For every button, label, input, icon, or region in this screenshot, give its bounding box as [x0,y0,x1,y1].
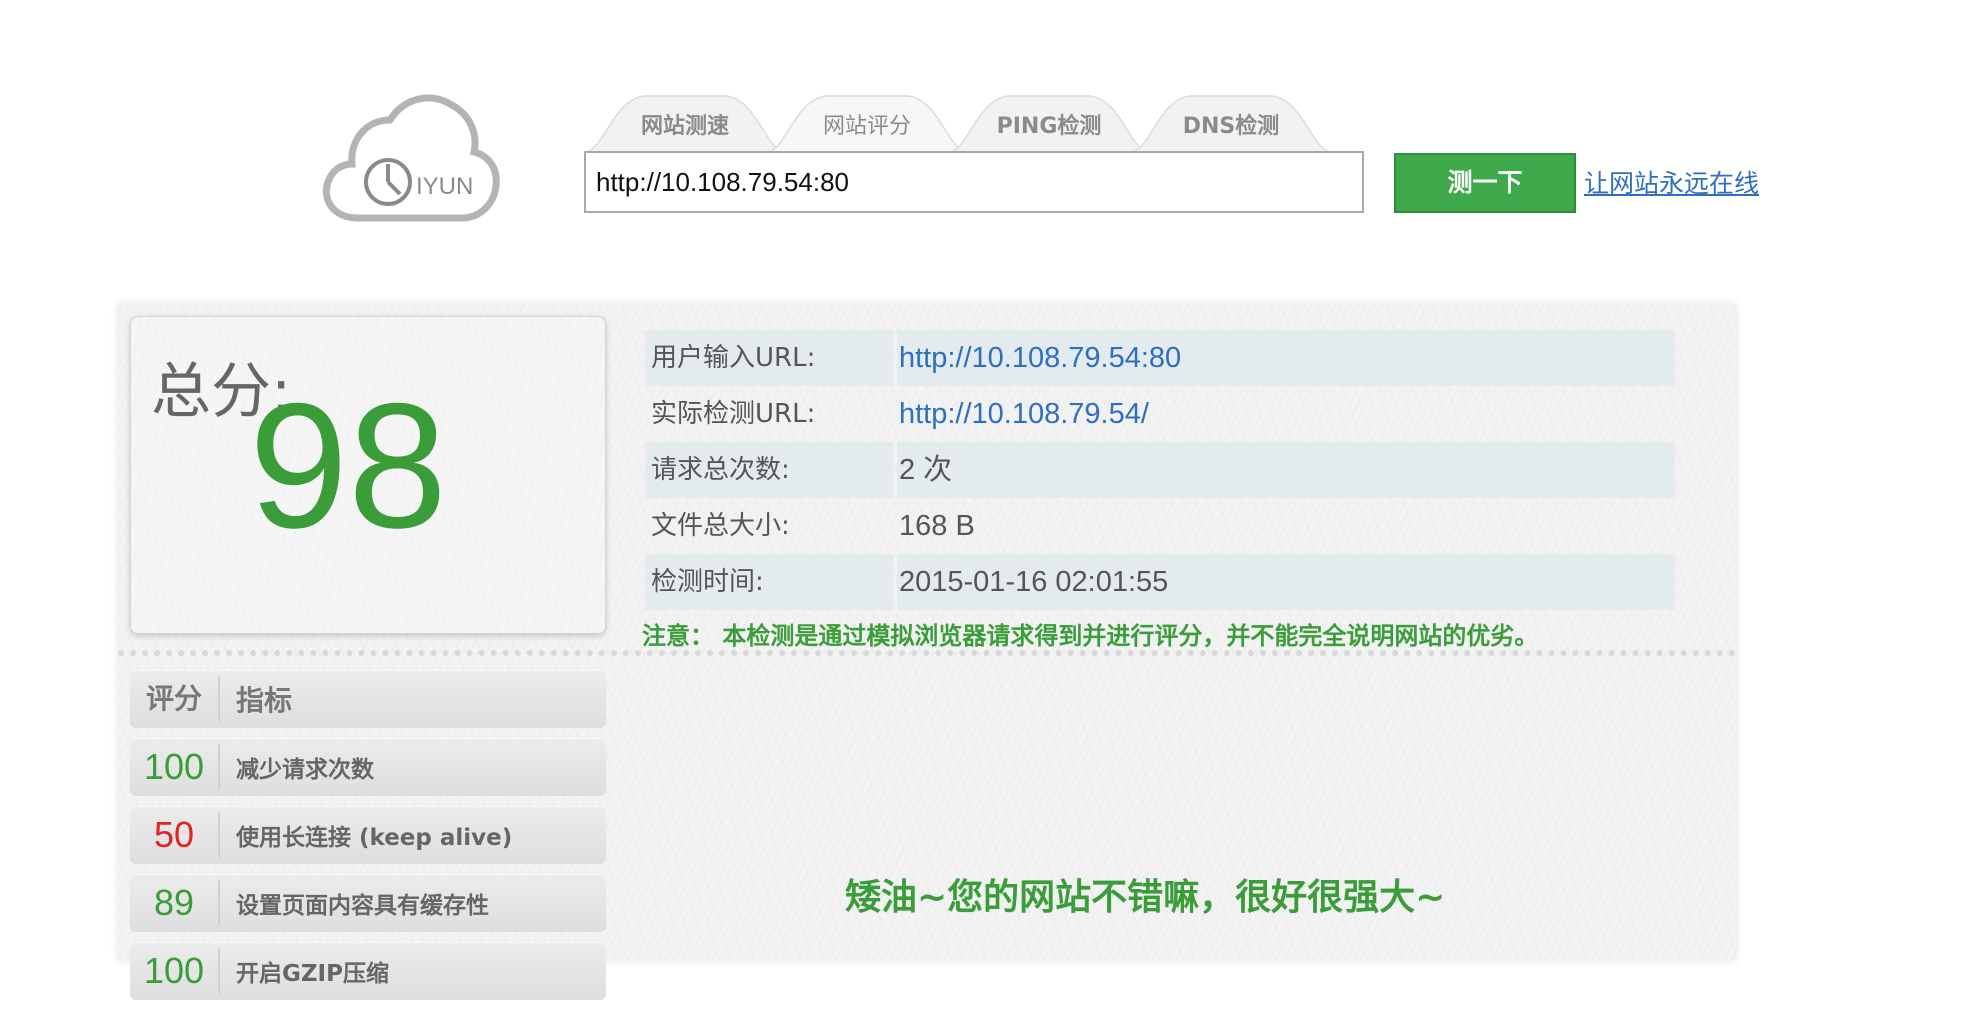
info-key: 文件总大小: [651,511,790,541]
info-row: 文件总大小: 168 B [645,498,1675,554]
metrics-list: 评分 指标 100 减少请求次数 50 使用长连接 (keep alive) 8… [130,670,606,1010]
tab-label: 网站评分 [822,114,911,139]
metric-name: 减少请求次数 [236,757,374,783]
info-row: 请求总次数: 2 次 [645,442,1675,498]
info-value-time: 2015-01-16 02:01:55 [897,554,1675,610]
cloud-logo-icon: IYUN [322,94,500,222]
tab-ping-check[interactable]: PING检测 [948,92,1150,152]
metric-row[interactable]: 100 开启GZIP压缩 [130,942,606,1000]
info-key: 请求总次数: [645,442,893,498]
info-value-input-url[interactable]: http://10.108.79.54:80 [897,330,1675,386]
total-score-card: 总分: 98 [130,316,606,634]
info-row: 检测时间: 2015-01-16 02:01:55 [645,554,1675,610]
info-row: 用户输入URL: http://10.108.79.54:80 [645,330,1675,386]
tab-site-score[interactable]: 网站评分 [766,92,968,152]
info-key: 实际检测URL: [651,399,816,429]
metric-score: 89 [130,880,220,926]
metrics-header-name: 指标 [236,684,293,717]
tab-label: PING检测 [996,114,1102,139]
info-key: 检测时间: [645,554,893,610]
praise-message: 矮油~您的网站不错嘛，很好很强大~ [845,877,1446,918]
metric-name: 开启GZIP压缩 [236,961,389,987]
metrics-header: 评分 指标 [130,670,606,728]
url-input[interactable] [584,151,1364,213]
tab-speed-test[interactable]: 网站测速 [584,92,786,152]
total-score-value: 98 [249,366,447,565]
info-row: 实际检测URL: http://10.108.79.54/ [645,386,1675,442]
logo-text: IYUN [416,173,473,200]
metric-score: 50 [130,812,220,858]
tab-dns-check[interactable]: DNS检测 [1130,92,1332,152]
result-panel: 总分: 98 用户输入URL: http://10.108.79.54:80 实… [118,304,1736,1000]
info-value-size: 168 B [899,510,975,542]
info-key: 用户输入URL: [645,330,893,386]
info-value-actual-url[interactable]: http://10.108.79.54/ [897,386,1675,442]
info-value-requests: 2 次 [897,442,1675,498]
metric-name: 使用长连接 (keep alive) [236,825,513,851]
tab-bar: 网站测速 网站评分 PING检测 DNS检测 [584,92,1364,152]
metrics-header-score: 评分 [130,676,220,722]
metric-row[interactable]: 50 使用长连接 (keep alive) [130,806,606,864]
iyun-logo[interactable]: IYUN [318,90,500,230]
metric-row[interactable]: 89 设置页面内容具有缓存性 [130,874,606,932]
tab-label: 网站测速 [640,114,729,139]
metric-score: 100 [130,744,220,790]
metric-name: 设置页面内容具有缓存性 [236,893,489,919]
keep-online-link[interactable]: 让网站永远在线 [1584,164,1759,200]
tab-label: DNS检测 [1182,114,1280,139]
dotted-divider [118,650,1736,656]
metric-row[interactable]: 100 减少请求次数 [130,738,606,796]
info-table: 用户输入URL: http://10.108.79.54:80 实际检测URL:… [645,330,1675,610]
notice-text: 注意： 本检测是通过模拟浏览器请求得到并进行评分，并不能完全说明网站的优劣。 [642,622,1539,650]
test-button[interactable]: 测一下 [1394,153,1576,213]
metric-score: 100 [130,948,220,994]
